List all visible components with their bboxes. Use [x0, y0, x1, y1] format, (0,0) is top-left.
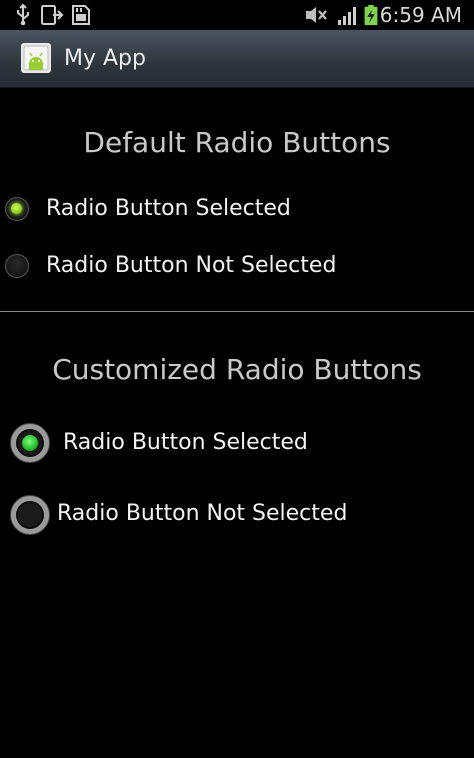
download-icon: [41, 5, 64, 25]
signal-icon: [338, 7, 356, 25]
custom-radio-selected[interactable]: Radio Button Selected: [0, 418, 474, 468]
custom-radio-dot-icon: [22, 435, 38, 451]
default-radio-not-selected[interactable]: Radio Button Not Selected: [0, 242, 474, 292]
usb-icon: [17, 4, 29, 26]
custom-radio-checked-icon[interactable]: [11, 424, 49, 462]
section-divider: [0, 311, 474, 312]
default-section-title: Default Radio Buttons: [83, 126, 391, 159]
android-app-icon[interactable]: [20, 42, 52, 74]
status-bar: 6:59 AM: [0, 0, 474, 30]
radio-checked-icon[interactable]: [5, 197, 29, 221]
app-title: My App: [64, 46, 146, 71]
battery-charging-icon: [364, 4, 378, 26]
radio-dot-icon: [11, 203, 22, 214]
mute-icon: [306, 7, 327, 23]
status-time: 6:59 AM: [379, 3, 462, 27]
sd-card-icon: [72, 5, 90, 25]
custom-section-title: Customized Radio Buttons: [52, 353, 422, 386]
radio-unchecked-icon[interactable]: [5, 254, 29, 278]
radio-label: Radio Button Not Selected: [57, 501, 348, 526]
custom-radio-unchecked-icon[interactable]: [11, 496, 49, 534]
action-bar: My App: [0, 30, 474, 88]
default-radio-selected[interactable]: Radio Button Selected: [0, 185, 474, 235]
radio-label: Radio Button Selected: [63, 430, 308, 455]
custom-radio-not-selected[interactable]: Radio Button Not Selected: [0, 490, 474, 540]
radio-label: Radio Button Not Selected: [46, 253, 337, 278]
radio-label: Radio Button Selected: [46, 196, 291, 221]
